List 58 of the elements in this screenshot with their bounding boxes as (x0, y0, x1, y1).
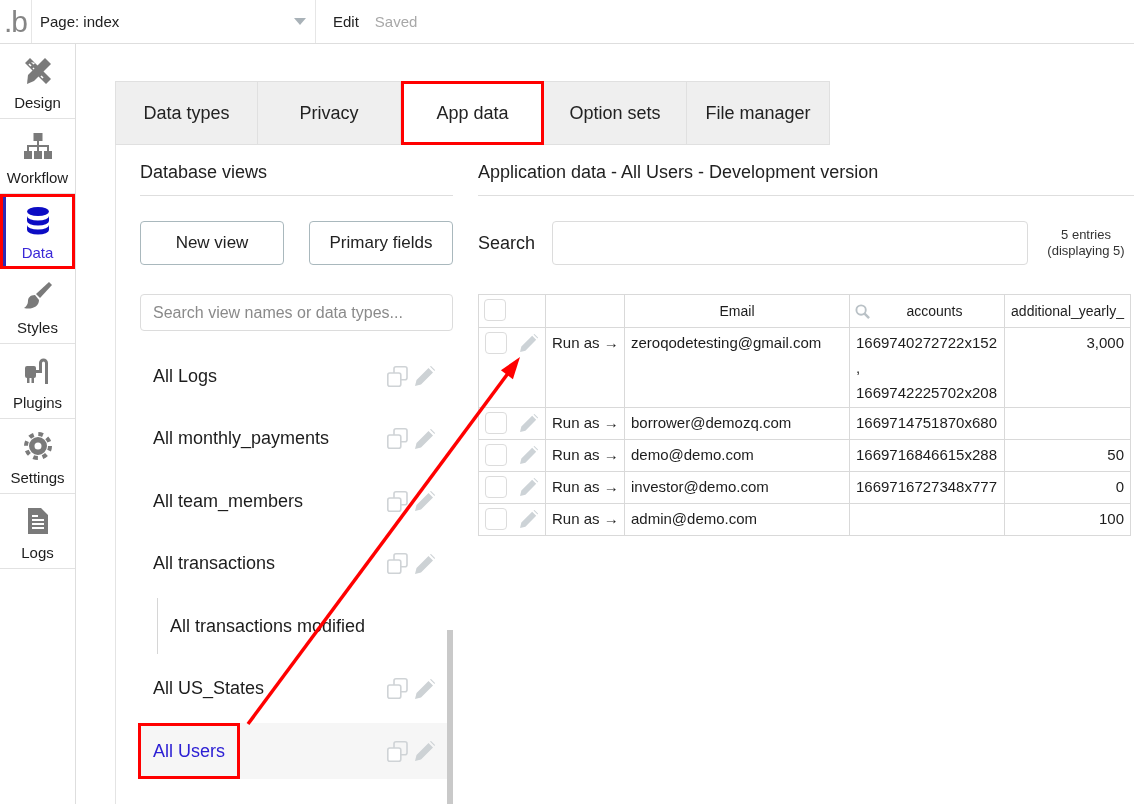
column-header: Email (719, 302, 755, 319)
new-view-button[interactable]: New view (140, 221, 284, 265)
table-cell: 1669740272722x152 , 1669742225702x208 (849, 327, 1005, 408)
sidebar-item[interactable]: Design (0, 44, 75, 119)
select-all-checkbox[interactable] (484, 298, 506, 321)
scrollbar-thumb[interactable] (447, 630, 453, 804)
search-icon[interactable] (855, 303, 870, 319)
pencil-icon[interactable] (415, 491, 435, 511)
column-header: accounts (905, 301, 964, 321)
table-cell: 50 (1004, 439, 1131, 472)
section-title: Database views (140, 145, 453, 196)
flowchart-icon (23, 132, 52, 160)
caret-icon (294, 18, 306, 25)
tab[interactable]: App data (401, 81, 544, 145)
data-search-field[interactable] (552, 221, 1028, 265)
brush-icon (23, 282, 52, 310)
row-checkbox[interactable] (485, 444, 507, 466)
run-as-link[interactable]: Run as → (552, 334, 619, 351)
primary-fields-button[interactable]: Primary fields (309, 221, 453, 265)
sidebar-item[interactable]: Plugins (0, 344, 75, 419)
app-logo: .b (4, 6, 27, 37)
row-checkbox[interactable] (485, 332, 507, 354)
row-checkbox[interactable] (485, 476, 507, 498)
table-cell: 0 (1004, 471, 1131, 504)
table-cell: demo@demo.com (624, 439, 850, 472)
edit-menu[interactable]: Edit (333, 13, 359, 30)
table-cell: 1669716846615x288 (849, 439, 1005, 472)
sidebar-item[interactable]: Logs (0, 494, 75, 569)
search-label: Search (478, 232, 537, 254)
table-cell: borrower@demozq.com (624, 407, 850, 440)
copy-icon[interactable] (387, 490, 408, 512)
tab[interactable]: Privacy (258, 81, 401, 145)
document-icon (26, 507, 49, 535)
table-cell: 100 (1004, 503, 1131, 536)
sidebar-item[interactable]: Settings (0, 419, 75, 494)
tab[interactable]: File manager (687, 81, 830, 145)
table-cell: 1669716727348x777 (849, 471, 1005, 504)
settings-icon (23, 432, 52, 460)
view-item[interactable]: All team_members (138, 473, 447, 529)
sidebar-item[interactable]: Workflow (0, 119, 75, 194)
table-cell: 1669714751870x680 (849, 407, 1005, 440)
table-cell: zeroqodetesting@gmail.com (624, 327, 850, 408)
entries-count: 5 entries (displaying 5) (1046, 227, 1126, 259)
ruler-pencil-icon (23, 57, 52, 85)
sidebar-item[interactable]: Styles (0, 269, 75, 344)
view-search-field[interactable]: Search view names or data types... (140, 294, 453, 331)
row-checkbox[interactable] (485, 508, 507, 530)
table-cell: 3,000 (1004, 327, 1131, 408)
tab[interactable]: Option sets (544, 81, 687, 145)
sidebar-item[interactable]: Data (0, 194, 75, 269)
table-cell: investor@demo.com (624, 471, 850, 504)
table-cell: admin@demo.com (624, 503, 850, 536)
save-status: Saved (374, 13, 418, 30)
page-dropdown[interactable]: Page: index (32, 0, 316, 43)
section-title: Application data - All Users - Development version (478, 145, 1134, 196)
column-header: additional_yearly_ (1011, 302, 1124, 319)
row-checkbox[interactable] (485, 412, 507, 434)
tab[interactable]: Data types (115, 81, 258, 145)
